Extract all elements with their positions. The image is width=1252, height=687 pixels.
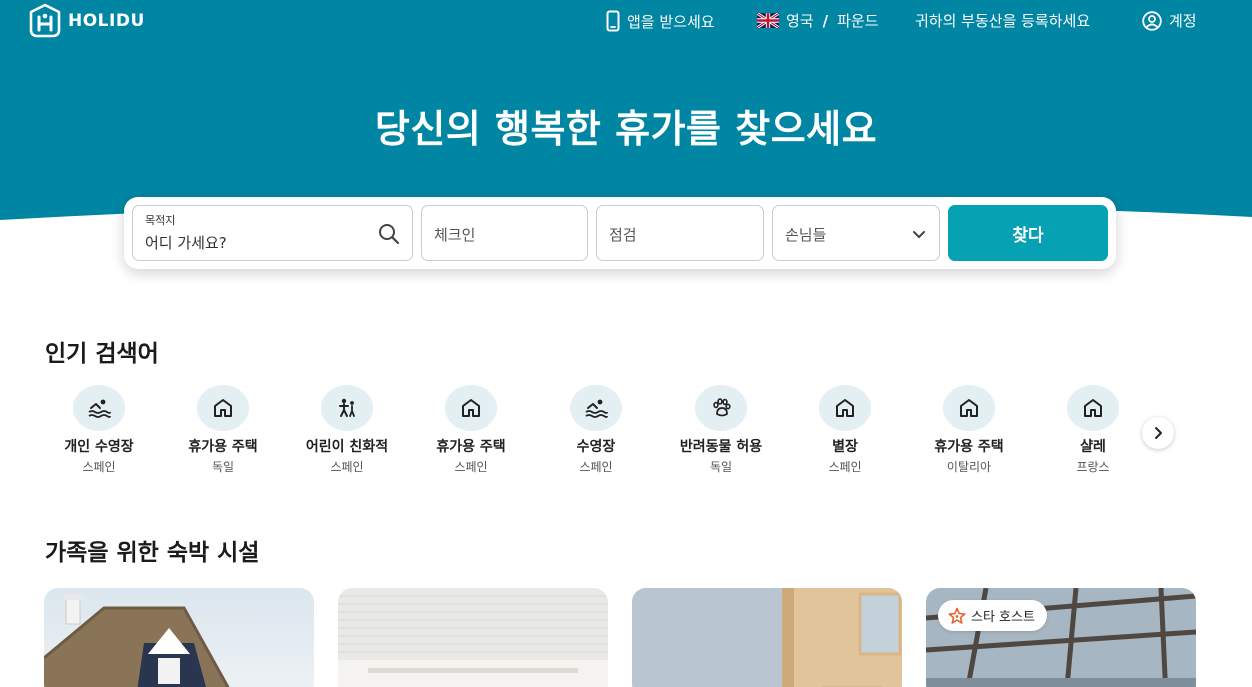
holidu-logo-icon xyxy=(29,3,61,38)
popular-item-title: 반려동물 허용 xyxy=(679,439,763,455)
star-icon xyxy=(948,607,966,624)
destination-placeholder: 어디 가세요? xyxy=(145,234,227,252)
property-card[interactable] xyxy=(632,588,902,687)
family-accommodation-title: 가족을 위한 숙박 시설 xyxy=(45,540,260,566)
popular-item-icon-bg xyxy=(570,385,622,431)
popular-item-pets-allowed-germany[interactable]: 반려동물 허용 독일 xyxy=(659,385,783,475)
carousel-next-button[interactable] xyxy=(1142,417,1174,449)
house-icon xyxy=(462,399,480,417)
destination-input[interactable]: 목적지 어디 가세요? xyxy=(132,205,413,261)
popular-item-kid-friendly-spain[interactable]: 어린이 친화적 스페인 xyxy=(285,385,409,475)
house-icon xyxy=(836,399,854,417)
checkin-field[interactable]: 체크인 xyxy=(421,205,588,261)
checkin-placeholder: 체크인 xyxy=(434,226,476,244)
popular-item-private-pool-spain[interactable]: 개인 수영장 스페인 xyxy=(37,385,161,475)
search-button[interactable]: 찾다 xyxy=(948,205,1108,261)
checkout-placeholder: 점검 xyxy=(609,226,637,244)
popular-item-subtitle: 프랑스 xyxy=(1076,460,1110,474)
list-property-link[interactable]: 귀하의 부동산을 등록하세요 xyxy=(915,10,1090,31)
guests-placeholder: 손님들 xyxy=(785,226,827,244)
popular-item-pool-spain[interactable]: 수영장 스페인 xyxy=(534,385,658,475)
popular-item-subtitle: 스페인 xyxy=(579,460,613,474)
top-navigation: HOLIDU 앱을 받으세요 영국 / 파운드 귀하의 부동산을 등록하세요 계… xyxy=(0,0,1252,42)
brand-name: HOLIDU xyxy=(68,11,145,31)
popular-item-subtitle: 스페인 xyxy=(82,460,116,474)
house-icon xyxy=(1084,399,1102,417)
list-property-label: 귀하의 부동산을 등록하세요 xyxy=(915,12,1091,30)
popular-item-icon-bg xyxy=(695,385,747,431)
account-label: 계정 xyxy=(1169,12,1197,30)
chevron-down-icon xyxy=(913,231,925,238)
chevron-right-icon xyxy=(1155,427,1162,439)
country-label: 영국 xyxy=(786,12,814,30)
popular-item-icon-bg xyxy=(73,385,125,431)
popular-item-icon-bg xyxy=(321,385,373,431)
get-app-label: 앱을 받으세요 xyxy=(627,12,715,31)
popular-item-icon-bg xyxy=(1067,385,1119,431)
popular-item-subtitle: 스페인 xyxy=(828,460,862,474)
destination-label: 목적지 xyxy=(145,214,176,227)
popular-item-title: 수영장 xyxy=(576,439,616,455)
popular-item-holiday-home-spain[interactable]: 휴가용 주택 스페인 xyxy=(409,385,533,475)
thatched-cottage-photo xyxy=(44,588,314,687)
popular-item-subtitle: 이탈리아 xyxy=(946,460,992,474)
holidu-logo[interactable]: HOLIDU xyxy=(28,3,145,39)
get-app-link[interactable]: 앱을 받으세요 xyxy=(606,10,715,32)
popular-item-subtitle: 스페인 xyxy=(454,460,488,474)
account-button[interactable]: 계정 xyxy=(1142,10,1197,31)
checkout-field[interactable]: 점검 xyxy=(596,205,764,261)
property-card[interactable] xyxy=(44,588,314,687)
guests-dropdown[interactable]: 손님들 xyxy=(772,205,940,261)
smartphone-icon xyxy=(606,10,620,32)
popular-item-title: 휴가용 주택 xyxy=(188,439,258,455)
house-icon xyxy=(214,399,232,417)
popular-item-title: 별장 xyxy=(832,439,858,455)
hero-title: 당신의 행복한 휴가를 찾으세요 xyxy=(374,107,878,151)
popular-item-subtitle: 스페인 xyxy=(330,460,364,474)
popular-item-holiday-home-italy[interactable]: 휴가용 주택 이탈리아 xyxy=(907,385,1031,475)
popular-item-icon-bg xyxy=(197,385,249,431)
popular-searches-list: 개인 수영장 스페인 휴가용 주택 독일 어린이 친화적 스페인 휴가용 주택 … xyxy=(37,385,1137,475)
popular-item-chalet-france[interactable]: 샬레 프랑스 xyxy=(1031,385,1155,475)
interior-ceiling-photo xyxy=(338,588,608,687)
popular-item-subtitle: 독일 xyxy=(709,460,733,474)
property-card[interactable] xyxy=(338,588,608,687)
popular-item-subtitle: 독일 xyxy=(211,460,235,474)
popular-item-title: 휴가용 주택 xyxy=(436,439,506,455)
popular-item-icon-bg xyxy=(819,385,871,431)
user-icon xyxy=(1142,10,1162,31)
popular-item-title: 샬레 xyxy=(1080,439,1106,455)
popular-searches-title: 인기 검색어 xyxy=(45,341,159,367)
popular-item-title: 개인 수영장 xyxy=(64,439,134,455)
swimming-icon xyxy=(585,399,608,418)
uk-flag-icon xyxy=(757,13,779,28)
paw-icon xyxy=(713,398,731,417)
star-host-badge: 스타 호스트 xyxy=(938,600,1047,631)
search-icon[interactable] xyxy=(378,223,400,245)
property-card[interactable]: 스타 호스트 xyxy=(926,588,1196,687)
star-host-label: 스타 호스트 xyxy=(971,610,1035,625)
separator: / xyxy=(822,11,829,30)
popular-item-title: 어린이 친화적 xyxy=(305,439,389,455)
currency-label: 파운드 xyxy=(837,12,879,30)
search-form: 목적지 어디 가세요? 체크인 점검 손님들 찾다 xyxy=(124,197,1116,269)
swimming-icon xyxy=(88,399,111,418)
window-sea-view-photo xyxy=(632,588,902,687)
language-currency-selector[interactable]: 영국 / 파운드 xyxy=(757,10,879,31)
popular-item-icon-bg xyxy=(445,385,497,431)
popular-item-cottage-spain[interactable]: 별장 스페인 xyxy=(783,385,907,475)
popular-item-icon-bg xyxy=(943,385,995,431)
popular-item-holiday-home-germany[interactable]: 휴가용 주택 독일 xyxy=(161,385,285,475)
house-icon xyxy=(960,399,978,417)
popular-item-title: 휴가용 주택 xyxy=(934,439,1004,455)
kids-icon xyxy=(339,398,355,417)
